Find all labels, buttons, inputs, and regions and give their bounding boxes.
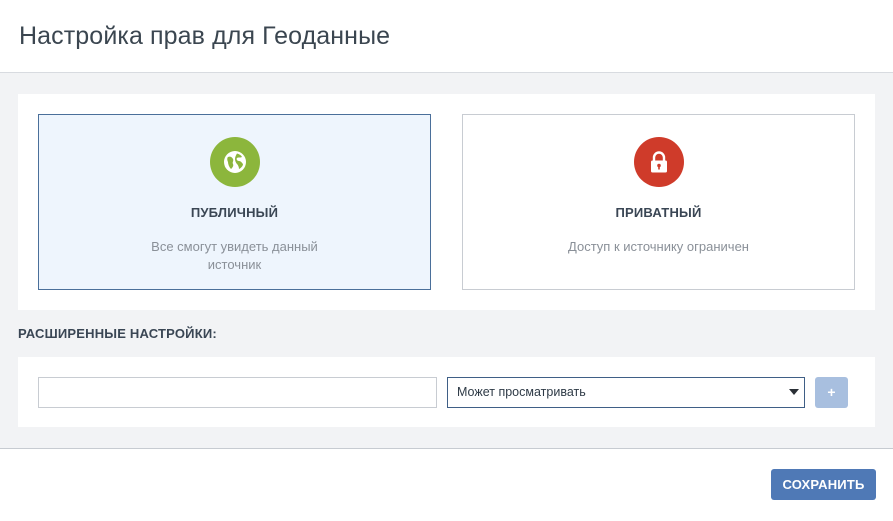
advanced-settings-label: РАСШИРЕННЫЕ НАСТРОЙКИ: (18, 326, 217, 341)
add-permission-button[interactable]: + (815, 376, 848, 408)
public-option-title: ПУБЛИЧНЫЙ (190, 205, 279, 220)
lock-icon (633, 137, 684, 187)
dialog-body: ПУБЛИЧНЫЙ Все смогут увидеть данный исто… (0, 73, 893, 449)
globe-icon (209, 137, 260, 187)
public-option[interactable]: ПУБЛИЧНЫЙ Все смогут увидеть данный исто… (38, 114, 431, 290)
permission-select-value: Может просматривать (457, 385, 586, 399)
public-option-description: Все смогут увидеть данный источник (151, 239, 318, 272)
advanced-settings-panel: Может просматривать + (18, 357, 875, 427)
private-option-title: ПРИВАТНЫЙ (615, 205, 702, 220)
private-option-description: Доступ к источнику ограничен (568, 239, 749, 254)
chevron-down-icon (789, 389, 799, 395)
dialog-footer: СОХРАНИТЬ (0, 449, 893, 520)
user-input[interactable] (38, 376, 437, 408)
save-button[interactable]: СОХРАНИТЬ (771, 469, 876, 500)
access-type-panel: ПУБЛИЧНЫЙ Все смогут увидеть данный исто… (18, 94, 875, 310)
dialog-header: Настройка прав для Геоданные (0, 0, 893, 73)
permission-select[interactable]: Может просматривать (447, 376, 805, 408)
private-option[interactable]: ПРИВАТНЫЙ Доступ к источнику ограничен (462, 114, 855, 290)
dialog-title: Настройка прав для Геоданные (19, 21, 391, 50)
